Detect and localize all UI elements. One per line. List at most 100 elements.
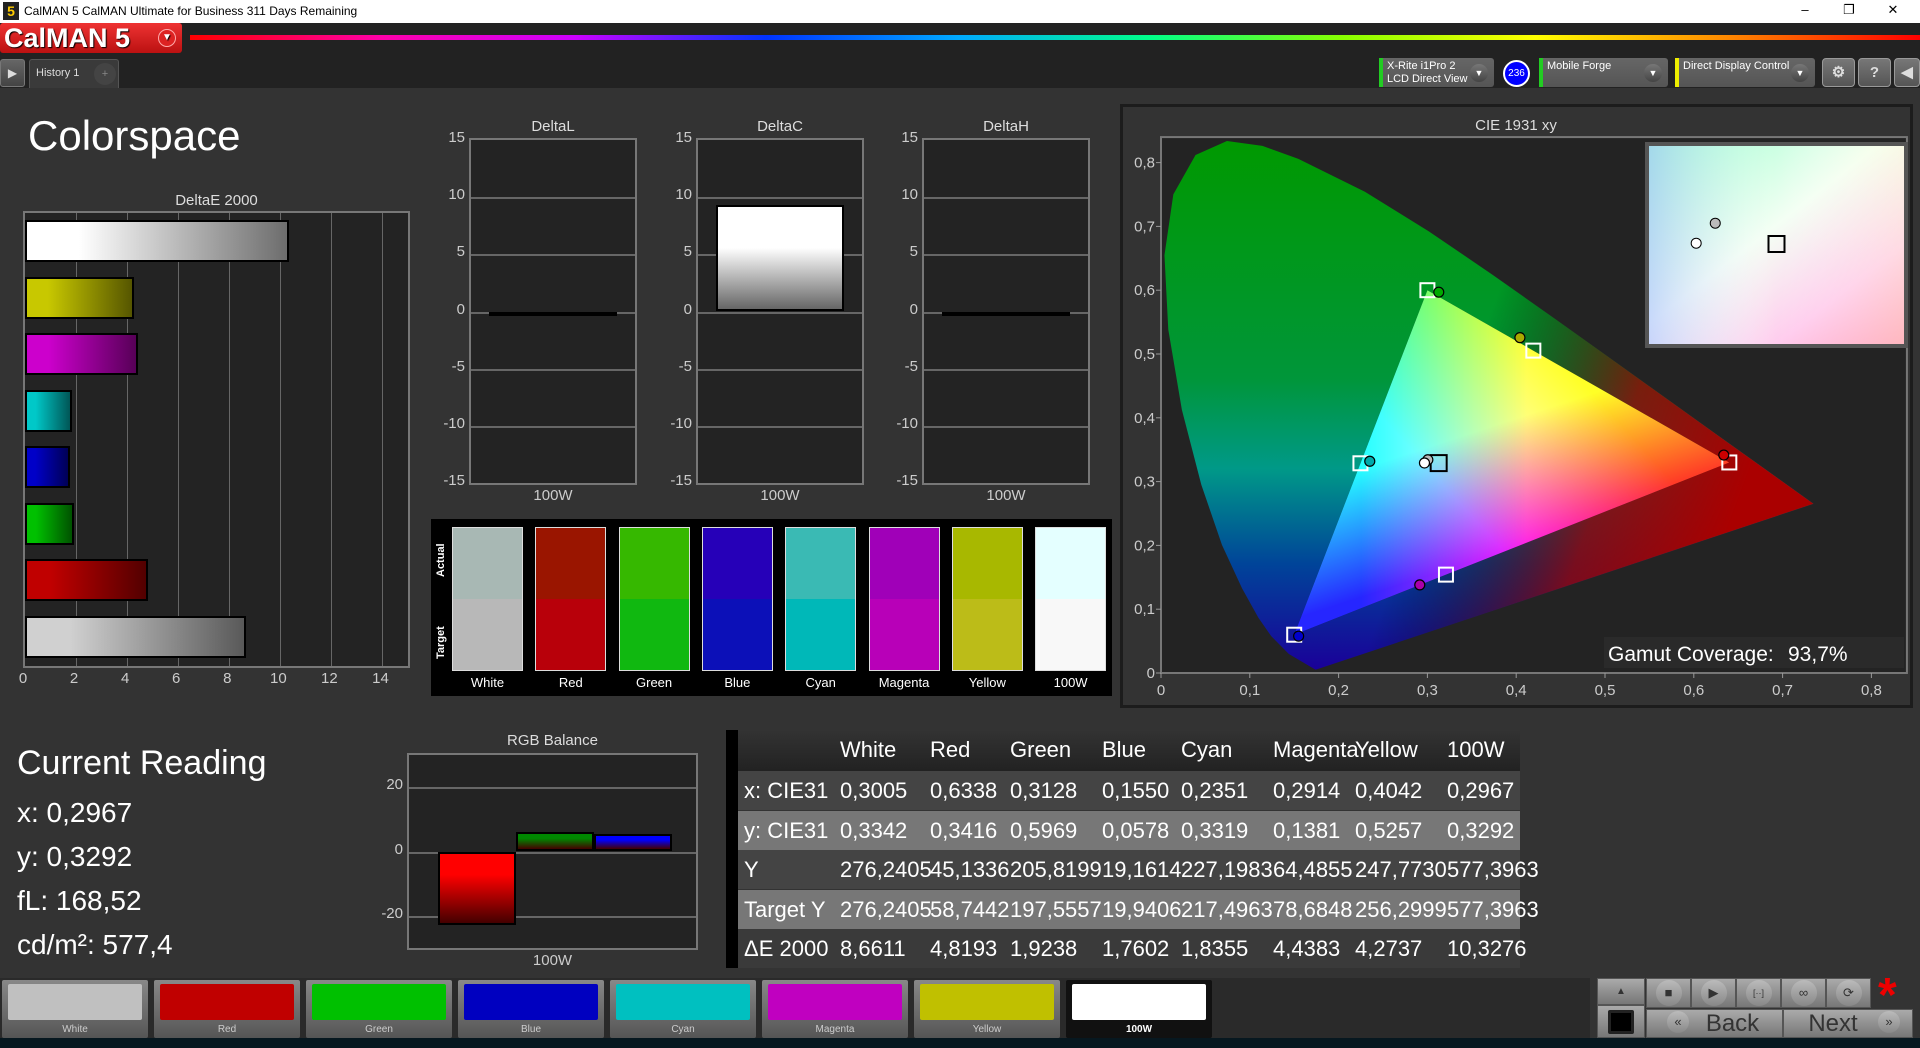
column-header: Yellow	[1355, 737, 1418, 762]
table-cell: 276,2405	[840, 857, 932, 882]
deltae-chart-title: DeltaE 2000	[175, 192, 258, 209]
settings-button[interactable]: ⚙	[1822, 58, 1855, 87]
gridline	[471, 425, 635, 428]
row-label: Y	[744, 857, 759, 882]
category-label: 100W	[986, 487, 1026, 504]
table-cell: 276,2405	[840, 896, 932, 922]
x-tick-label: 0,2	[1328, 682, 1349, 699]
table-row: Y 276,2405 45,1336 205,8199 19,1614 227,1983 6…	[738, 850, 1539, 889]
minimize-button[interactable]: –	[1790, 2, 1820, 20]
gear-icon: ⚙	[1831, 64, 1846, 81]
swatch-blue	[701, 527, 773, 671]
swatch-button-yellow[interactable]: Yellow	[914, 980, 1060, 1038]
actual-color	[702, 528, 772, 599]
y-tick-label: -15	[670, 472, 692, 489]
step-button[interactable]: [··]	[1736, 978, 1781, 1008]
restore-button[interactable]: ❐	[1834, 2, 1864, 20]
refresh-button[interactable]: ⟳	[1826, 978, 1871, 1008]
meter-dropdown[interactable]: X-Rite i1Pro 2 LCD Direct View ▼	[1379, 58, 1494, 87]
help-button[interactable]: ?	[1858, 58, 1891, 87]
y-tick-label: 0,1	[1134, 601, 1155, 618]
calman-menu-button[interactable]: CalMAN 5 ▼	[0, 23, 182, 53]
actual-color	[453, 528, 522, 599]
deltae-bar-red	[25, 559, 149, 601]
column-header: Red	[930, 737, 971, 762]
deltac-title: DeltaC	[757, 118, 803, 135]
table-cell: 4,2737	[1355, 936, 1423, 961]
gridline	[698, 425, 862, 428]
deltae-bar-white	[25, 615, 247, 658]
x-tick-label: 0,1	[1239, 682, 1260, 699]
expand-panel-button[interactable]: ▶	[0, 59, 25, 87]
stop-button[interactable]: ■	[1646, 978, 1691, 1008]
swatch-label: Red	[558, 675, 583, 690]
swatch-cyan	[785, 527, 857, 671]
tab-history-1[interactable]: History 1 +	[29, 59, 119, 88]
swatch-button-magenta[interactable]: Magenta	[762, 980, 908, 1038]
swatch-label: Magenta	[878, 675, 930, 690]
target-color	[536, 599, 606, 670]
y-tick-label: 5	[683, 243, 692, 261]
gridline	[471, 197, 635, 200]
swatch-button-cyan[interactable]: Cyan	[610, 980, 756, 1038]
swatch-button-red[interactable]: Red	[154, 980, 300, 1038]
table-cell: 197,5557	[1010, 896, 1102, 922]
cie-1931-chart: CIE 1931 xy 0 0,1 0,2 0,3 0,4 0,5 0,6 0,7 0,8 0 0,1…	[1134, 117, 1908, 699]
whitepoint-inset-overlay	[1649, 146, 1904, 344]
table-cell: 0,3128	[1010, 778, 1078, 803]
swatch-button-white[interactable]: White	[2, 980, 148, 1038]
deltal-bar	[489, 311, 617, 316]
collapse-button[interactable]: ◀	[1894, 58, 1920, 87]
gridline	[229, 213, 231, 666]
meter-badge[interactable]: 236	[1503, 60, 1530, 87]
y-tick-label: 0,3	[1134, 474, 1155, 491]
stop-icon	[1608, 1010, 1634, 1034]
reading-x: x: 0,2967	[17, 797, 133, 828]
logo-text: CalMAN 5	[4, 23, 131, 53]
close-button[interactable]: ✕	[1878, 2, 1908, 20]
stop-big-button[interactable]	[1597, 1005, 1645, 1038]
source-dropdown[interactable]: Mobile Forge ▼	[1539, 58, 1668, 87]
rgb-bar-red	[438, 851, 516, 926]
column-header: Blue	[1102, 737, 1147, 762]
table-cell: 577,3963	[1447, 896, 1539, 922]
deltac-bar	[716, 205, 844, 312]
gridline	[409, 787, 696, 790]
y-tick-label: 0,2	[1134, 537, 1155, 554]
table-cell: 217,4963	[1181, 896, 1273, 922]
y-tick-label: -10	[670, 414, 692, 432]
next-button[interactable]: Next »	[1783, 1009, 1913, 1038]
back-button[interactable]: «Back	[1646, 1009, 1783, 1038]
color-swatch-panel: Actual Target White Red Green Blue Cyan Magen…	[431, 519, 1112, 696]
rgb-balance-title: RGB Balance	[507, 732, 598, 749]
y-tick-label: -5	[678, 357, 692, 375]
deltae-chart	[23, 211, 410, 668]
play-button[interactable]: ▶	[1691, 978, 1736, 1008]
meter-status-bar	[1379, 58, 1383, 87]
target-color	[453, 599, 522, 670]
table-cell: 247,7730	[1355, 857, 1447, 882]
swatch-button-100w[interactable]: 100W	[1066, 980, 1212, 1038]
y-tick-label: 0	[1147, 665, 1155, 682]
gridline	[331, 213, 333, 666]
y-tick-label: -5	[904, 357, 918, 375]
swatch-button-blue[interactable]: Blue	[458, 980, 604, 1038]
gridline	[698, 368, 862, 371]
swatch-button-green[interactable]: Green	[306, 980, 452, 1038]
rgb-balance-chart	[407, 753, 698, 950]
scroll-up-button[interactable]: ▲	[1597, 978, 1645, 1005]
category-label: 100W	[760, 487, 800, 504]
status-bar	[0, 1038, 1920, 1048]
gridline	[698, 311, 862, 314]
add-tab-button[interactable]: +	[94, 63, 116, 85]
deltac-chart	[696, 138, 864, 485]
y-tick-label: 5	[456, 243, 465, 261]
swatch-label: White	[470, 675, 505, 690]
target-color	[786, 599, 856, 670]
y-tick-label: 15	[901, 129, 918, 146]
display-dropdown[interactable]: Direct Display Control ▼	[1675, 58, 1815, 87]
loop-button[interactable]: ∞	[1781, 978, 1826, 1008]
x-tick-label: 0,7	[1772, 682, 1793, 699]
x-tick-label: 10	[269, 670, 287, 687]
swatch-color	[160, 984, 294, 1020]
